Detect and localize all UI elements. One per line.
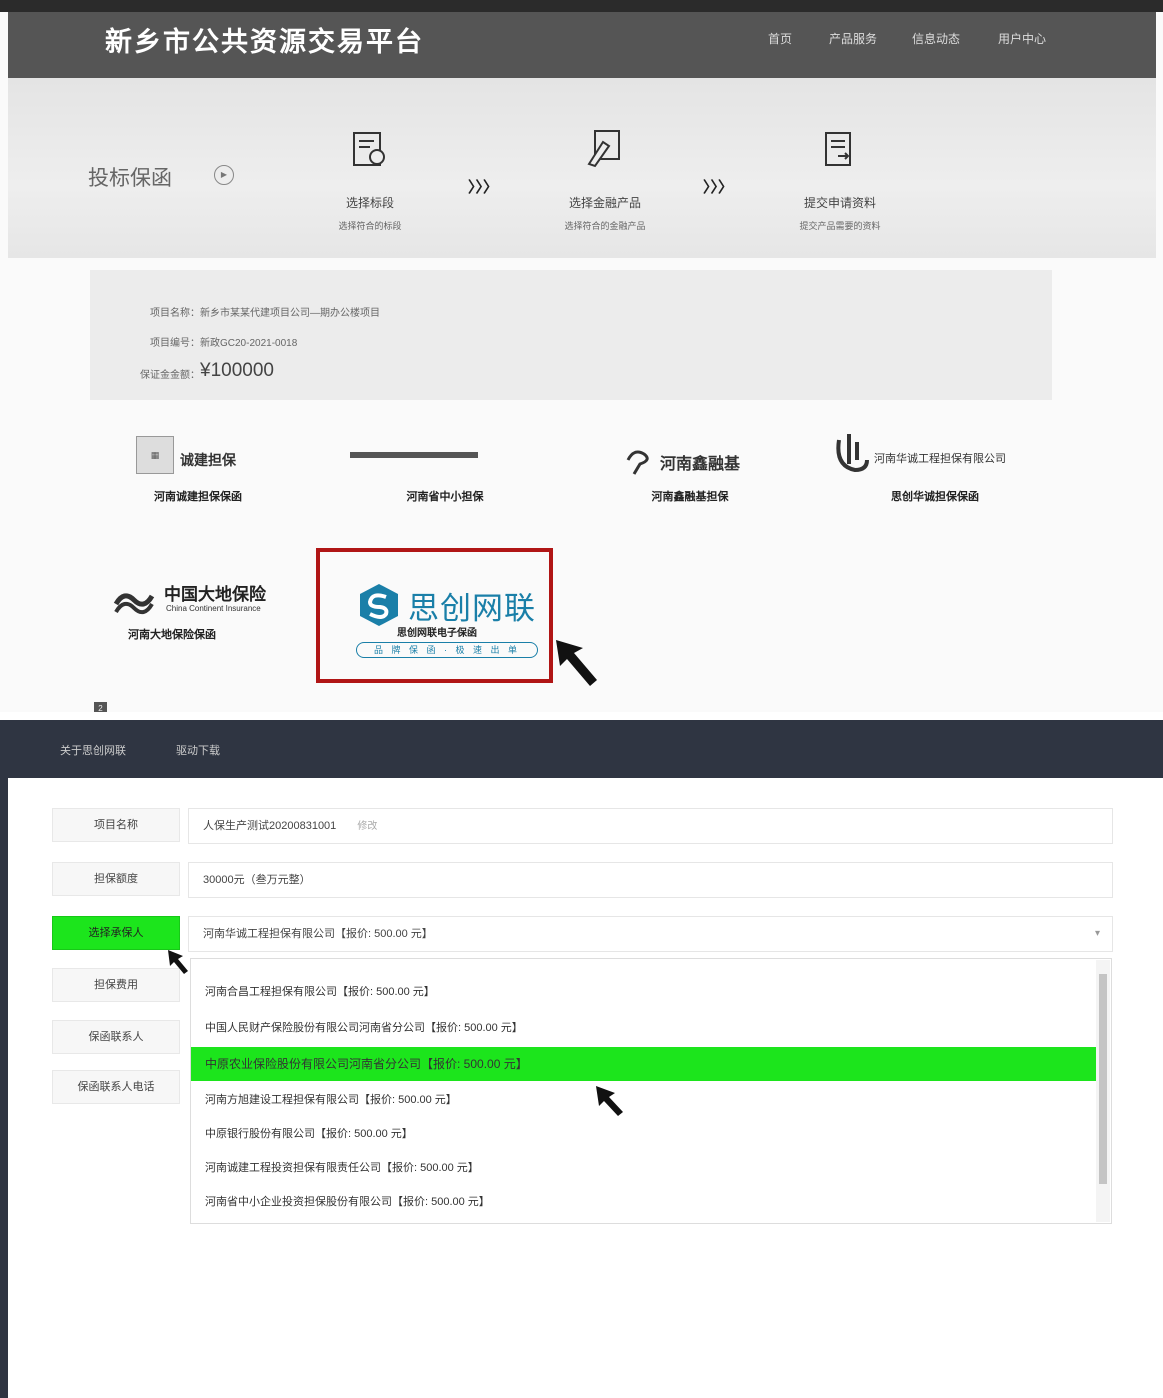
project-name-text: 人保生产测试20200831001: [203, 820, 337, 832]
dropdown-option-highlighted[interactable]: 中原农业保险股份有限公司河南省分公司【报价: 500.00 元】: [191, 1047, 1097, 1081]
nav-home[interactable]: 首页: [768, 30, 792, 47]
chengjian-logo-icon: ▦: [136, 436, 174, 474]
hero-title: 投标保函: [88, 167, 172, 190]
nav-news[interactable]: 信息动态: [912, 30, 960, 47]
step-2-sub: 选择符合的金融产品: [564, 221, 646, 231]
provider-6-tagline: 品 牌 保 函 · 极 速 出 单: [356, 642, 538, 658]
ccic-logo-icon: [113, 593, 155, 615]
label-project-name: 项目名称: [52, 808, 180, 842]
provider-6-name[interactable]: 思创网联电子保函: [397, 624, 477, 639]
scrollbar-thumb[interactable]: [1099, 974, 1107, 1184]
label-contact: 保函联系人: [52, 1020, 180, 1054]
provider-3-logo-text: 河南鑫融基: [660, 456, 741, 473]
henan-sme-logo: [350, 452, 478, 458]
step-arrow-1: 〉〉〉: [468, 179, 499, 196]
document-seal-icon: [353, 132, 385, 166]
step-1-title: 选择标段: [345, 196, 394, 210]
step-3-title: 提交申请资料: [803, 196, 876, 210]
step-1-sub: 选择符合的标段: [338, 221, 402, 231]
edit-link[interactable]: 修改: [357, 821, 377, 832]
label-select-underwriter: 选择承保人: [52, 916, 180, 950]
provider-1-logo-text: 诚建担保: [180, 452, 236, 468]
underwriter-select[interactable]: 河南华诚工程担保有限公司【报价: 500.00 元】 ▾: [188, 916, 1113, 952]
nav-products[interactable]: 产品服务: [829, 30, 877, 47]
play-icon[interactable]: ▶: [214, 165, 234, 185]
amount-label: 保证金金额：: [140, 370, 200, 381]
dropdown-option[interactable]: 河南诚建工程投资担保有限责任公司【报价: 500.00 元】: [191, 1151, 1097, 1185]
xinrongji-logo-icon: [626, 450, 649, 475]
project-name-value: 人保生产测试20200831001 修改: [188, 808, 1113, 844]
submit-document-icon: [825, 132, 851, 166]
underwriter-dropdown-list[interactable]: 河南合昌工程担保有限公司【报价: 500.00 元】 中国人民财产保险股份有限公…: [190, 958, 1112, 1224]
provider-4-logo-text: 河南华诚工程担保有限公司: [874, 453, 1006, 465]
nav-about-sichuang[interactable]: 关于思创网联: [60, 742, 126, 758]
step-2-title: 选择金融产品: [568, 196, 641, 210]
mouse-cursor-icon: [168, 950, 188, 974]
top-screenshot: 新乡市公共资源交易平台 首页 产品服务 信息动态 用户中心 投标保函 ▶ 选择标…: [0, 0, 1163, 712]
step-3-sub: 提交产品需要的资料: [799, 221, 881, 231]
project-code-line: 项目编号：新政GC20-2021-0018: [150, 338, 298, 349]
dropdown-option[interactable]: 中原银行股份有限公司【报价: 500.00 元】: [191, 1117, 1097, 1151]
provider-2-name[interactable]: 河南省中小担保: [355, 488, 535, 504]
provider-6-logo-text: 思创网联: [408, 591, 536, 626]
label-guarantee-fee: 担保费用: [52, 968, 180, 1002]
left-edge-bar: [0, 720, 8, 1398]
provider-1-name[interactable]: 河南诚建担保保函: [108, 488, 288, 504]
underwriter-selected-value: 河南华诚工程担保有限公司【报价: 500.00 元】: [203, 928, 433, 940]
pen-document-icon: [587, 130, 620, 168]
provider-4-name[interactable]: 思创华诚担保保函: [845, 488, 1025, 504]
provider-3-name[interactable]: 河南鑫融基担保: [600, 488, 780, 504]
dropdown-option[interactable]: 河南合昌工程担保有限公司【报价: 500.00 元】: [191, 975, 1097, 1009]
site-title: 新乡市公共资源交易平台: [105, 27, 424, 57]
chevron-down-icon[interactable]: ▾: [1095, 917, 1100, 951]
step-arrow-2: 〉〉〉: [703, 179, 734, 196]
dropdown-scrollbar[interactable]: [1096, 960, 1110, 1222]
mouse-cursor-icon: [556, 640, 597, 686]
dropdown-option[interactable]: 河南方旭建设工程担保有限公司【报价: 500.00 元】: [191, 1083, 1097, 1117]
project-name-line: 项目名称：新乡市某某代建项目公司—期办公楼项目: [150, 308, 380, 319]
nav-driver-download[interactable]: 驱动下载: [176, 742, 220, 758]
nav-user-center[interactable]: 用户中心: [998, 30, 1046, 47]
guarantee-amount-value: 30000元（叁万元整）: [188, 862, 1113, 898]
sichuang-logo-icon: [360, 584, 398, 626]
provider-5-logo-text: 中国大地保险: [164, 585, 266, 604]
huacheng-logo-icon: [836, 434, 869, 473]
label-guarantee-amount: 担保额度: [52, 862, 180, 896]
dropdown-option[interactable]: 河南省中小企业投资担保股份有限公司【报价: 500.00 元】: [191, 1185, 1097, 1219]
provider-5-logo-sub: China Continent Insurance: [166, 604, 261, 613]
amount-value: ¥100000: [200, 360, 274, 381]
dropdown-option[interactable]: 中国人民财产保险股份有限公司河南省分公司【报价: 500.00 元】: [191, 1011, 1097, 1045]
browser-strip: [0, 0, 1163, 12]
mouse-cursor-icon: [596, 1086, 623, 1116]
provider-5-name[interactable]: 河南大地保险保函: [112, 626, 232, 642]
page-marker: 2: [94, 702, 107, 712]
label-contact-phone: 保函联系人电话: [52, 1070, 180, 1104]
